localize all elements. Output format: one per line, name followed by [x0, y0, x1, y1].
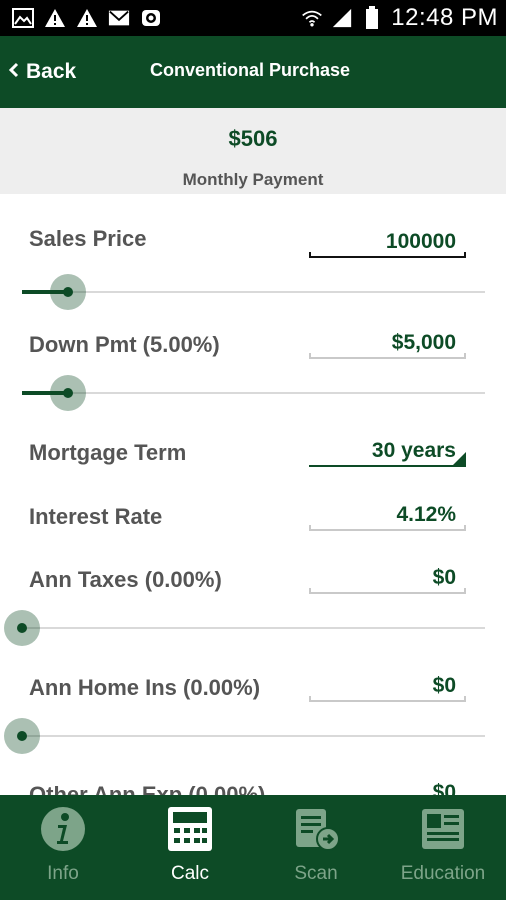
- sales-price-input[interactable]: 100000: [309, 230, 466, 258]
- battery-icon: [361, 6, 383, 29]
- tab-calc[interactable]: Calc: [127, 795, 253, 900]
- slider-thumb[interactable]: [4, 610, 40, 646]
- calculator-icon: [166, 805, 214, 853]
- tab-education[interactable]: Education: [380, 795, 506, 900]
- back-label: Back: [26, 60, 77, 83]
- bottom-navigation: Info Calc Scan Education: [0, 795, 506, 900]
- monthly-payment-label: Monthly Payment: [182, 170, 324, 189]
- tab-info[interactable]: Info: [0, 795, 126, 900]
- ann-taxes-input[interactable]: $0: [309, 566, 466, 594]
- signal-icon: [331, 7, 353, 29]
- sales-price-label: Sales Price: [29, 226, 147, 251]
- warning-icon: [76, 7, 98, 29]
- dropdown-corner-icon: [453, 452, 466, 465]
- payment-summary: $506 Monthly Payment: [0, 108, 506, 194]
- down-payment-slider[interactable]: [22, 375, 485, 411]
- slider-thumb[interactable]: [4, 718, 40, 754]
- interest-rate-input[interactable]: 4.12%: [309, 503, 466, 531]
- status-bar: 12:48 PM: [0, 0, 506, 36]
- sales-price-slider[interactable]: [22, 274, 485, 310]
- page-title: Conventional Purchase: [150, 60, 351, 80]
- tab-label: Info: [47, 863, 79, 884]
- ann-taxes-label: Ann Taxes (0.00%): [29, 567, 222, 592]
- ann-taxes-slider[interactable]: [4, 610, 485, 646]
- scan-icon: [292, 805, 340, 853]
- monthly-payment-value: $506: [228, 126, 278, 151]
- mortgage-term-select[interactable]: 30 years: [309, 439, 466, 467]
- clock: 12:48 PM: [391, 4, 498, 31]
- app-notification-icon: [140, 7, 162, 29]
- mail-icon: [108, 7, 130, 29]
- tab-label: Calc: [170, 863, 209, 884]
- tab-scan[interactable]: Scan: [253, 795, 379, 900]
- gallery-notification-icon: [12, 7, 34, 29]
- back-button[interactable]: Back: [8, 58, 76, 86]
- ann-home-ins-label: Ann Home Ins (0.00%): [29, 675, 261, 700]
- interest-rate-label: Interest Rate: [29, 504, 163, 529]
- ann-home-ins-input[interactable]: $0: [309, 674, 466, 702]
- warning-icon: [44, 7, 66, 29]
- down-payment-label: Down Pmt (5.00%): [29, 332, 220, 357]
- tab-label: Education: [400, 863, 486, 884]
- info-icon: [39, 805, 87, 853]
- mortgage-term-label: Mortgage Term: [29, 440, 187, 465]
- notification-icons: [12, 7, 162, 29]
- chevron-left-icon: [8, 60, 20, 84]
- ann-home-ins-slider[interactable]: [4, 718, 485, 754]
- wifi-icon: [301, 7, 323, 29]
- newspaper-icon: [419, 805, 467, 853]
- tab-label: Scan: [294, 863, 338, 884]
- down-payment-input[interactable]: $5,000: [309, 331, 466, 359]
- slider-thumb[interactable]: [50, 274, 87, 310]
- app-bar: Back Conventional Purchase: [0, 36, 506, 108]
- status-icons: 12:48 PM: [301, 4, 498, 32]
- slider-thumb[interactable]: [50, 375, 87, 411]
